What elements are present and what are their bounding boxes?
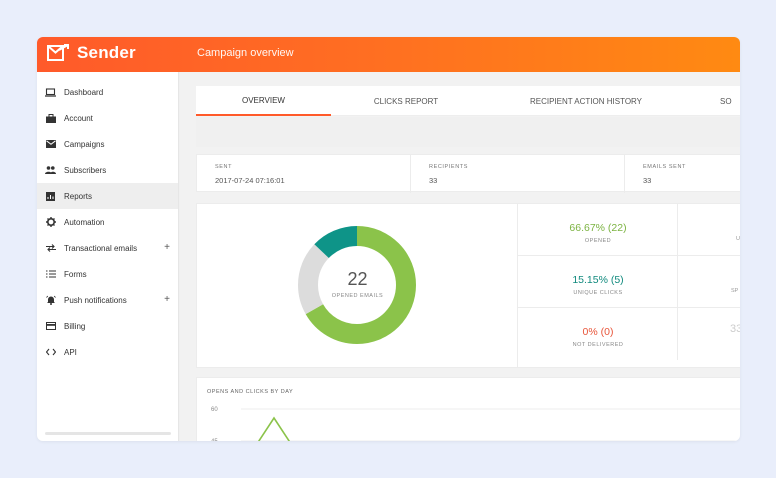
opens-line: [257, 416, 291, 441]
donut-value: 22: [347, 269, 368, 289]
envelope-icon: [45, 139, 56, 150]
sidebar-item-automation[interactable]: Automation: [37, 209, 178, 235]
report-tabs: OVERVIEW CLICKS REPORT RECIPIENT ACTION …: [196, 86, 740, 116]
sidebar-item-billing[interactable]: Billing: [37, 313, 178, 339]
sidebar-item-label: Forms: [64, 269, 87, 279]
tab-overview[interactable]: OVERVIEW: [196, 86, 331, 116]
chart-canvas: 60 45: [211, 407, 740, 441]
sidebar-item-subscribers[interactable]: Subscribers: [37, 157, 178, 183]
expand-icon[interactable]: +: [164, 242, 170, 253]
filter-band: [196, 117, 740, 147]
metric-label: UNIQUE CLICKS: [573, 290, 623, 296]
sidebar-item-label: Billing: [64, 321, 86, 331]
stat-sent: SENT 2017-07-24 07:16:01: [197, 155, 411, 193]
y-tick-label: 45: [211, 439, 218, 441]
brand-logo[interactable]: Sender: [47, 43, 136, 63]
sidebar: Dashboard Account Campaigns Subscribers …: [37, 72, 179, 441]
sidebar-item-account[interactable]: Account: [37, 105, 178, 131]
list-icon: [45, 269, 56, 280]
credit-card-icon: [45, 321, 56, 332]
tab-social[interactable]: SO: [720, 86, 740, 116]
sidebar-item-label: Account: [64, 113, 93, 123]
metric-opened: 66.67% (22) OPENED: [518, 204, 678, 256]
y-tick-label: 60: [211, 407, 218, 413]
metric-label: OPENED: [584, 238, 612, 244]
sidebar-item-label: Campaigns: [64, 139, 105, 149]
metric-not-delivered: 0% (0) NOT DELIVERED: [518, 308, 678, 360]
stat-recipients: RECIPIENTS 33: [411, 155, 625, 193]
swap-arrows-icon: [45, 243, 56, 254]
stat-value: 2017-07-24 07:16:01: [215, 176, 285, 185]
sidebar-item-campaigns[interactable]: Campaigns: [37, 131, 178, 157]
sidebar-item-label: Automation: [64, 217, 105, 227]
sidebar-item-label: Dashboard: [64, 87, 104, 97]
sidebar-item-label: Transactional emails: [64, 243, 138, 253]
stat-label: EMAILS SENT: [643, 164, 686, 170]
sidebar-item-push-notifications[interactable]: Push notifications +: [37, 287, 178, 313]
cut-label: U: [736, 236, 740, 242]
stat-label: RECIPIENTS: [429, 164, 469, 170]
stat-value: 33: [429, 176, 438, 185]
sidebar-item-label: Subscribers: [64, 165, 107, 175]
sidebar-item-reports[interactable]: Reports: [37, 183, 178, 209]
expand-icon[interactable]: +: [164, 294, 170, 305]
sidebar-item-api[interactable]: API: [37, 339, 178, 365]
metric-cut-2: SP: [678, 256, 740, 308]
gear-icon: [45, 217, 56, 228]
laptop-icon: [45, 87, 56, 98]
sidebar-scrollbar[interactable]: [45, 432, 171, 435]
metric-value: 66.67% (22): [569, 222, 627, 234]
top-bar: Sender Campaign overview: [37, 37, 740, 72]
metric-label: NOT DELIVERED: [572, 342, 624, 348]
sidebar-item-label: Reports: [64, 191, 93, 201]
sidebar-nav: Dashboard Account Campaigns Subscribers …: [37, 72, 178, 365]
sidebar-item-transactional-emails[interactable]: Transactional emails +: [37, 235, 178, 261]
main-content: OVERVIEW CLICKS REPORT RECIPIENT ACTION …: [180, 72, 740, 441]
metric-value: 15.15% (5): [572, 274, 624, 286]
metric-unique-clicks: 15.15% (5) UNIQUE CLICKS: [518, 256, 678, 308]
report-icon: [45, 191, 56, 202]
tab-clicks-report[interactable]: CLICKS REPORT: [351, 86, 461, 116]
stat-value: 33: [643, 176, 652, 185]
stat-emails-sent: EMAILS SENT 33: [625, 155, 740, 193]
stat-label: SENT: [215, 164, 233, 170]
people-icon: [45, 165, 56, 176]
cut-label: SP: [731, 288, 739, 294]
sidebar-item-dashboard[interactable]: Dashboard: [37, 79, 178, 105]
envelope-logo-icon: [47, 44, 69, 61]
donut-label: OPENED EMAILS: [331, 293, 384, 299]
page-title: Campaign overview: [197, 47, 294, 59]
metric-value: 0% (0): [582, 326, 614, 338]
app-window: Sender Campaign overview Dashboard Accou…: [37, 37, 740, 441]
code-icon: [45, 347, 56, 358]
overview-panel: 22 OPENED EMAILS 66.67% (22) OPENED 15.1…: [196, 203, 740, 368]
metric-cut-3: 33: [678, 308, 740, 360]
bell-icon: [45, 295, 56, 306]
brand-name: Sender: [77, 43, 136, 62]
cut-value: 33: [730, 323, 740, 335]
briefcase-icon: [45, 113, 56, 124]
sidebar-item-label: API: [64, 347, 77, 357]
tab-recipient-action-history[interactable]: RECIPIENT ACTION HISTORY: [516, 86, 656, 116]
opened-donut-card: 22 OPENED EMAILS: [197, 204, 518, 367]
campaign-stats: SENT 2017-07-24 07:16:01 RECIPIENTS 33 E…: [196, 154, 740, 193]
opens-clicks-chart: OPENS AND CLICKS BY DAY 60 45: [196, 377, 740, 441]
sidebar-item-forms[interactable]: Forms: [37, 261, 178, 287]
sidebar-item-label: Push notifications: [64, 295, 127, 305]
metric-cut-1: U: [678, 204, 740, 256]
